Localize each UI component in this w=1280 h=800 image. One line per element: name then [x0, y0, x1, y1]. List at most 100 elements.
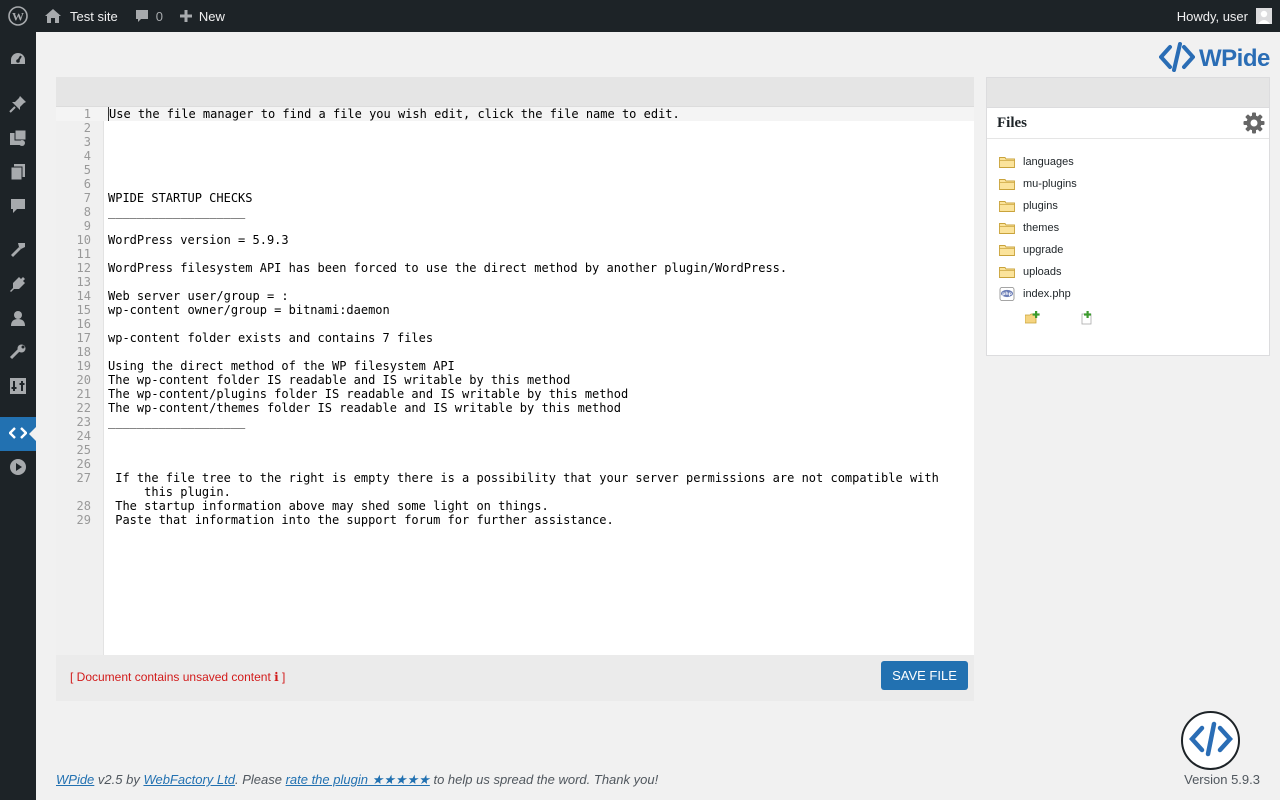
code-line[interactable]: 25	[56, 443, 974, 457]
menu-media-player[interactable]	[0, 451, 36, 485]
code-line[interactable]: 18	[56, 345, 974, 359]
my-account-link[interactable]: Howdy, user	[1169, 0, 1280, 32]
line-number: 15	[76, 303, 91, 317]
admin-menu	[0, 32, 36, 800]
line-number: 5	[83, 163, 91, 177]
code-line[interactable]: 4	[56, 149, 974, 163]
line-text: ___________________	[108, 205, 246, 219]
users-icon	[9, 309, 27, 330]
menu-settings[interactable]	[0, 370, 36, 404]
line-number: 14	[76, 289, 91, 303]
new-folder-icon[interactable]	[1024, 311, 1041, 328]
line-text	[91, 149, 951, 163]
line-number: 8	[83, 205, 91, 219]
code-line[interactable]: 8 ___________________	[56, 205, 974, 219]
files-header: Files	[987, 108, 1269, 139]
wpide-float-button[interactable]	[1181, 711, 1240, 770]
menu-tools[interactable]	[0, 336, 36, 370]
code-line[interactable]: 2	[56, 121, 974, 135]
code-brackets-icon	[1188, 719, 1233, 762]
menu-pages[interactable]	[0, 156, 36, 190]
code-line[interactable]: 15 wp-content owner/group = bitnami:daemo…	[56, 303, 974, 317]
code-line[interactable]: 14 Web server user/group = :	[56, 289, 974, 303]
svg-text:php: php	[1002, 291, 1013, 297]
folder-icon	[999, 155, 1015, 169]
line-text	[91, 317, 951, 331]
menu-wpide[interactable]	[0, 417, 36, 451]
code-line[interactable]: 5	[56, 163, 974, 177]
rate-plugin-link[interactable]: rate the plugin ★★★★★	[286, 772, 430, 787]
code-line[interactable]: 16	[56, 317, 974, 331]
code-line[interactable]: 27 If the file tree to the right is empt…	[56, 471, 974, 499]
save-file-button[interactable]: SAVE FILE	[881, 661, 968, 690]
folder-item[interactable]: languages	[999, 151, 1269, 173]
code-line[interactable]: 12 WordPress filesystem API has been forc…	[56, 261, 974, 275]
menu-media[interactable]	[0, 122, 36, 156]
code-line[interactable]: 6	[56, 177, 974, 191]
menu-posts[interactable]	[0, 88, 36, 122]
code-line[interactable]: 21 The wp-content/plugins folder IS reada…	[56, 387, 974, 401]
menu-plugins[interactable]	[0, 268, 36, 302]
code-editor[interactable]: 1 Use the file manager to find a file you…	[56, 107, 974, 655]
code-line[interactable]: 29 Paste that information into the suppo…	[56, 513, 974, 527]
wordpress-logo-icon[interactable]: W	[0, 0, 36, 32]
code-lines: 1 Use the file manager to find a file you…	[56, 107, 974, 527]
webfactory-link[interactable]: WebFactory Ltd	[143, 772, 235, 787]
gear-icon[interactable]	[1243, 112, 1265, 137]
code-line[interactable]: 19 Using the direct method of the WP file…	[56, 359, 974, 373]
file-tree-label: upgrade	[1023, 244, 1064, 256]
folder-item[interactable]: uploads	[999, 261, 1269, 283]
file-item[interactable]: php index.php	[999, 283, 1269, 305]
code-line[interactable]: 20 The wp-content folder IS readable and …	[56, 373, 974, 387]
code-line[interactable]: 1 Use the file manager to find a file you…	[56, 107, 974, 121]
comments-link[interactable]: 0	[126, 0, 171, 32]
folder-item[interactable]: plugins	[999, 195, 1269, 217]
line-number: 20	[76, 373, 91, 387]
line-number: 21	[76, 387, 91, 401]
code-line[interactable]: 28 The startup information above may she…	[56, 499, 974, 513]
menu-dashboard[interactable]	[0, 44, 36, 78]
new-content-link[interactable]: New	[171, 0, 233, 32]
code-line[interactable]: 23 ___________________	[56, 415, 974, 429]
code-line[interactable]: 22 The wp-content/themes folder IS readab…	[56, 401, 974, 415]
code-line[interactable]: 7 WPIDE STARTUP CHECKS	[56, 191, 974, 205]
code-line[interactable]: 26	[56, 457, 974, 471]
line-text: The wp-content folder IS readable and IS…	[108, 373, 571, 387]
line-number: 12	[76, 261, 91, 275]
folder-item[interactable]: themes	[999, 217, 1269, 239]
code-line[interactable]: 13	[56, 275, 974, 289]
code-line[interactable]: 3	[56, 135, 974, 149]
line-text	[91, 177, 951, 191]
new-file-icon[interactable]	[1081, 311, 1095, 328]
site-name-link[interactable]: Test site	[36, 0, 126, 32]
line-number: 18	[76, 345, 91, 359]
code-line[interactable]: 10 WordPress version = 5.9.3	[56, 233, 974, 247]
menu-appearance[interactable]	[0, 234, 36, 268]
menu-users[interactable]	[0, 302, 36, 336]
code-line[interactable]: 24	[56, 429, 974, 443]
file-tree: languages mu-plugins plugins themes upgrade u…	[987, 139, 1269, 305]
menu-comments[interactable]	[0, 190, 36, 224]
editor-footer: [ Document contains unsaved content ℹ ] …	[56, 655, 974, 701]
line-number: 10	[76, 233, 91, 247]
new-label: New	[198, 8, 225, 24]
code-icon	[8, 426, 28, 443]
line-text: If the file tree to the right is empty t…	[115, 471, 939, 499]
line-text: ___________________	[108, 415, 246, 429]
folder-item[interactable]: upgrade	[999, 239, 1269, 261]
plugins-icon	[9, 275, 27, 296]
footer-thanks-text: to help us spread the word. Thank you!	[429, 772, 659, 787]
code-line[interactable]: 9	[56, 219, 974, 233]
line-text	[91, 443, 951, 457]
media-icon	[9, 129, 27, 150]
code-line[interactable]: 17 wp-content folder exists and contains …	[56, 331, 974, 345]
comment-bubble-icon	[134, 8, 150, 24]
code-line[interactable]: 11	[56, 247, 974, 261]
footer-thankyou: WPide v2.5 by WebFactory Ltd. Please rat…	[56, 772, 658, 788]
wpide-link[interactable]: WPide	[56, 772, 94, 787]
line-text: Paste that information into the support …	[108, 513, 614, 527]
plus-icon	[179, 9, 193, 23]
folder-item[interactable]: mu-plugins	[999, 173, 1269, 195]
line-number: 7	[83, 191, 91, 205]
footer-by-text: v2.5 by	[94, 772, 144, 787]
